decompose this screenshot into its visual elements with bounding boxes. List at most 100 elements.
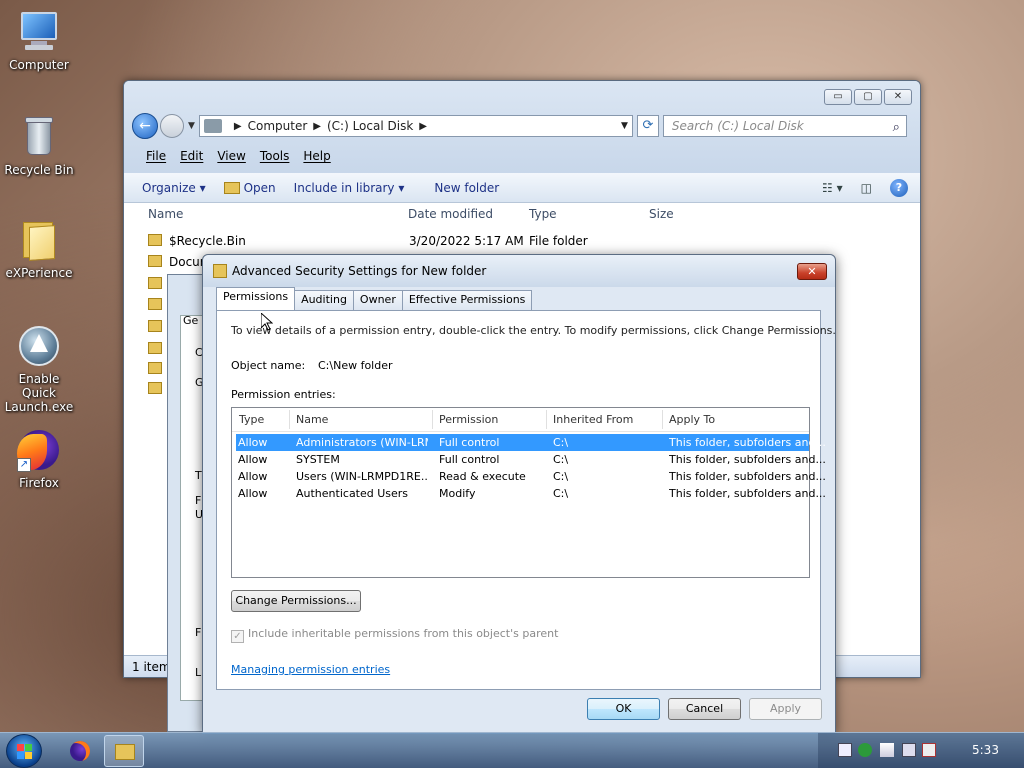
firefox-icon: ↗ [17,428,61,472]
menu-file[interactable]: File [146,149,166,163]
column-date-modified[interactable]: Date modified [408,207,493,221]
clock[interactable]: 5:33 [972,743,999,757]
window-controls: ▭ ▢ ✕ [824,89,912,105]
view-controls: ☷ ▾ ◫ ? [822,179,908,197]
entry-inherited: C:\ [553,453,569,466]
tab-auditing[interactable]: Auditing [294,290,354,310]
desktop-icon-label: Enable Quick Launch.exe [4,372,74,414]
help-icon[interactable]: ? [890,179,908,197]
open-label: Open [243,180,276,195]
folder-icon [148,277,162,289]
address-bar[interactable]: ▶ Computer ▶ (C:) Local Disk ▶ ▼ [198,115,633,137]
search-icon[interactable]: ⌕ [893,118,900,138]
forward-button[interactable] [160,114,184,138]
header-type[interactable]: Type [239,413,264,426]
entry-permission: Modify [439,487,476,500]
ok-button[interactable]: OK [587,698,660,720]
entry-type: Allow [238,453,268,466]
permission-row[interactable]: Allow SYSTEM Full control C:\ This folde… [236,451,826,468]
checkbox-check-icon[interactable]: ✓ [231,630,244,643]
new-folder-button[interactable]: New folder [434,181,499,195]
entry-name: SYSTEM [296,453,340,466]
inherit-permissions-checkbox[interactable]: ✓ Include inheritable permissions from th… [231,627,558,643]
entry-apply-to: This folder, subfolders and... [669,453,826,466]
entry-apply-to: This folder, subfolders and... [669,470,826,483]
tab-owner[interactable]: Owner [352,290,403,310]
folder-icon [148,362,162,374]
taskbar-firefox-icon[interactable] [70,741,90,761]
entry-inherited: C:\ [553,470,569,483]
file-row[interactable]: $Recycle.Bin 3/20/2022 5:17 AM File fold… [124,231,920,251]
open-folder-icon [223,182,240,194]
entry-name: Authenticated Users [296,487,409,500]
header-apply-to[interactable]: Apply To [669,413,715,426]
mouse-cursor-icon [261,313,273,331]
menu-help[interactable]: Help [303,149,330,163]
action-center-icon[interactable] [838,743,852,757]
list-header: Type Name Permission Inherited From Appl… [232,408,809,432]
chevron-right-icon[interactable]: ▶ [234,121,242,132]
search-input[interactable]: Search (C:) Local Disk ⌕ [662,115,907,138]
column-name[interactable]: Name [148,207,183,221]
command-bar: Organize ▾ Open Include in library ▾ New… [124,173,920,203]
menu-bar: File Edit View Tools Help [124,145,920,167]
managing-permissions-link[interactable]: Managing permission entries [231,663,390,676]
back-button[interactable]: ← [132,113,158,139]
column-size[interactable]: Size [649,207,674,221]
column-type[interactable]: Type [529,207,557,221]
object-name-value: C:\New folder [318,359,393,372]
change-permissions-button[interactable]: Change Permissions... [231,590,361,612]
apply-button[interactable]: Apply [749,698,822,720]
breadcrumb-computer[interactable]: Computer [248,119,308,133]
tab-effective-permissions[interactable]: Effective Permissions [401,290,533,310]
header-inherited-from[interactable]: Inherited From [553,413,633,426]
breadcrumb-local-disk[interactable]: (C:) Local Disk [327,119,413,133]
preview-pane-icon[interactable]: ◫ [861,181,872,195]
desktop-icon-quick-launch[interactable]: Enable Quick Launch.exe [0,324,78,414]
file-date: 3/20/2022 5:17 AM [409,234,524,248]
chevron-right-icon[interactable]: ▶ [313,121,321,132]
flag-icon[interactable] [880,743,894,757]
taskbar-explorer-button[interactable] [104,735,144,767]
menu-view[interactable]: View [217,149,245,163]
entry-name: Users (WIN-LRMPD1RE... [296,470,428,483]
desktop-icon-computer[interactable]: Computer [0,10,78,72]
refresh-button[interactable]: ⟳ [636,115,659,137]
permission-row[interactable]: Allow Authenticated Users Modify C:\ Thi… [236,485,826,502]
maximize-button[interactable]: ▢ [854,89,882,105]
folder-icon [148,320,162,332]
chevron-right-icon[interactable]: ▶ [419,121,427,132]
desktop-icon-recycle-bin[interactable]: Recycle Bin [0,115,78,177]
properties-tab[interactable]: Ge [183,314,198,327]
permissions-panel: To view details of a permission entry, d… [216,310,836,690]
start-button[interactable] [6,734,42,768]
network-icon[interactable] [902,743,916,757]
properties-text-fragment: T [195,469,202,482]
include-in-library-button[interactable]: Include in library ▾ [294,181,405,195]
minimize-button[interactable]: ▭ [824,89,852,105]
menu-edit[interactable]: Edit [180,149,203,163]
permission-row[interactable]: Allow Administrators (WIN-LRM... Full co… [236,434,826,451]
header-name[interactable]: Name [296,413,328,426]
close-button[interactable]: ✕ [797,263,827,280]
dialog-title-bar[interactable]: Advanced Security Settings for New folde… [203,255,835,287]
desktop-icon-firefox[interactable]: ↗ Firefox [0,428,78,490]
open-button[interactable]: Open [223,180,276,195]
cancel-button[interactable]: Cancel [668,698,741,720]
organize-button[interactable]: Organize ▾ [142,181,206,195]
volume-muted-icon[interactable] [922,743,936,757]
permission-entries-label: Permission entries: [231,388,336,401]
address-dropdown-icon[interactable]: ▼ [621,121,628,131]
computer-location-icon [203,119,222,133]
permission-entries-list[interactable]: Type Name Permission Inherited From Appl… [231,407,826,578]
tab-permissions[interactable]: Permissions [216,287,296,310]
change-view-icon[interactable]: ☷ ▾ [822,181,843,195]
header-permission[interactable]: Permission [439,413,498,426]
entry-type: Allow [238,436,268,449]
security-icon[interactable] [858,743,872,757]
desktop-icon-experience[interactable]: eXPerience [0,218,78,280]
recent-pages-dropdown[interactable]: ▼ [188,121,195,131]
close-button[interactable]: ✕ [884,89,912,105]
permission-row[interactable]: Allow Users (WIN-LRMPD1RE... Read & exec… [236,468,826,485]
menu-tools[interactable]: Tools [260,149,290,163]
